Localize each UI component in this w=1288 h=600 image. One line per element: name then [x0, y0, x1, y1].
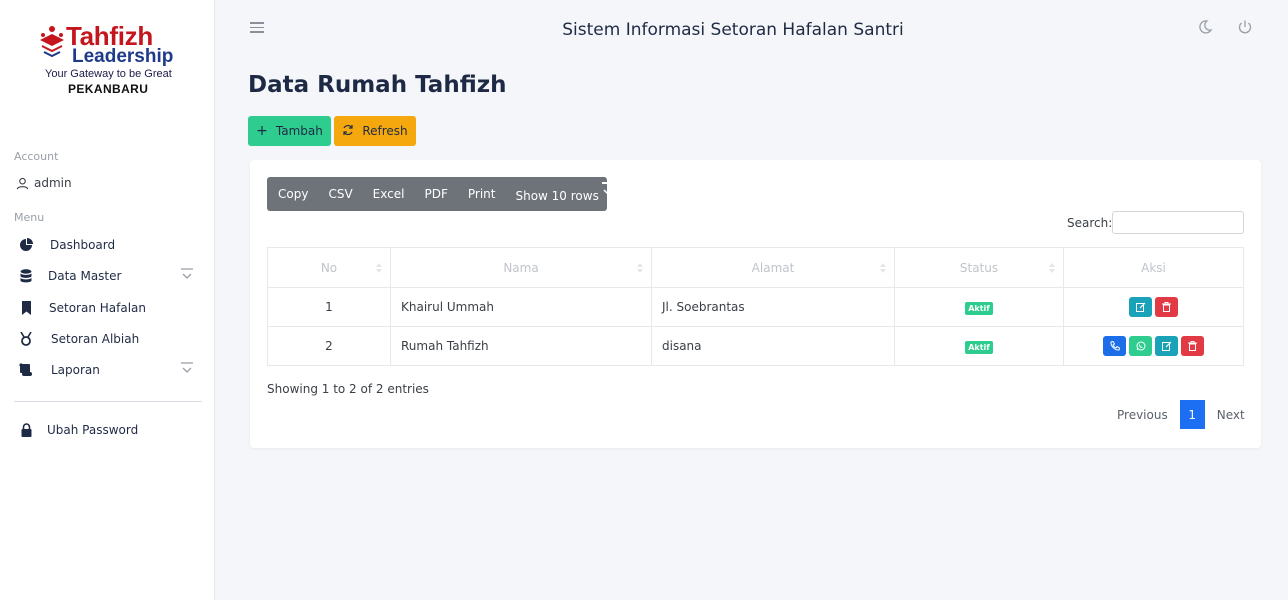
- edit-button[interactable]: [1155, 336, 1178, 356]
- data-table: No Nama Alamat Status Aksi 1 Khairul Umm…: [267, 247, 1244, 366]
- cell-no: 2: [267, 326, 391, 366]
- sidebar-item-ubah-password[interactable]: Ubah Password: [14, 419, 200, 441]
- column-header-status[interactable]: Status: [894, 247, 1064, 288]
- status-badge: Aktif: [965, 340, 993, 354]
- logout-power-icon[interactable]: [1236, 18, 1254, 36]
- sidebar-item-data-master[interactable]: Data Master: [14, 265, 200, 287]
- logo-emblem-icon: [40, 26, 64, 58]
- table-row: 2 Rumah Tahfizh disana Aktif: [267, 326, 1244, 366]
- copy-button[interactable]: Copy: [271, 187, 315, 201]
- refresh-button-label: Refresh: [362, 124, 408, 138]
- refresh-button[interactable]: Refresh: [334, 116, 416, 146]
- sidebar-item-label: Laporan: [51, 363, 100, 377]
- cell-actions: [1063, 287, 1244, 327]
- refresh-icon: [342, 124, 354, 139]
- delete-button[interactable]: [1181, 336, 1204, 356]
- sidebar-item-setoran-hafalan[interactable]: Setoran Hafalan: [14, 297, 200, 319]
- cell-actions: [1063, 326, 1244, 366]
- export-toolbar: Copy CSV Excel PDF Print Show 10 rows: [267, 177, 614, 211]
- print-button[interactable]: Print: [461, 187, 503, 201]
- edit-icon: [1135, 302, 1145, 312]
- sidebar: Tahfizh Leadership Your Gateway to be Gr…: [0, 0, 215, 600]
- table-row: 1 Khairul Ummah Jl. Soebrantas Aktif: [267, 287, 1244, 327]
- add-button-label: Tambah: [275, 124, 323, 138]
- chevron-down-icon: [601, 182, 614, 196]
- data-card: Copy CSV Excel PDF Print Show 10 rows Se…: [250, 160, 1261, 448]
- cell-alamat: Jl. Soebrantas: [651, 287, 895, 327]
- show-rows-dropdown[interactable]: Show 10 rows: [508, 182, 616, 203]
- scroll-icon: [18, 362, 34, 378]
- account-section-label: Account: [14, 150, 59, 163]
- cell-no: 1: [267, 287, 391, 327]
- menu-toggle-icon[interactable]: [250, 22, 264, 34]
- sidebar-divider: [14, 401, 202, 402]
- username-label: admin: [34, 176, 72, 190]
- sidebar-item-setoran-albiah[interactable]: Setoran Albiah: [14, 328, 200, 350]
- status-badge: Aktif: [965, 301, 993, 315]
- sort-icon: [637, 263, 643, 273]
- sidebar-item-laporan[interactable]: Laporan: [14, 359, 200, 381]
- whatsapp-button[interactable]: [1129, 336, 1152, 356]
- sidebar-item-label: Data Master: [48, 269, 122, 283]
- trash-icon: [1188, 341, 1197, 351]
- lock-icon: [18, 422, 34, 438]
- user-icon: [14, 175, 30, 191]
- sidebar-item-label: Setoran Hafalan: [49, 301, 147, 315]
- cell-nama: Khairul Ummah: [390, 287, 652, 327]
- trash-icon: [1162, 302, 1171, 312]
- show-rows-label: Show 10 rows: [515, 189, 599, 203]
- pdf-button[interactable]: PDF: [417, 187, 454, 201]
- page-title: Data Rumah Tahfizh: [248, 72, 507, 98]
- delete-button[interactable]: [1155, 297, 1178, 317]
- brand-city: PEKANBARU: [68, 82, 149, 96]
- chevron-down-icon[interactable]: [180, 267, 194, 281]
- column-header-aksi: Aksi: [1063, 247, 1244, 288]
- csv-button[interactable]: CSV: [321, 187, 359, 201]
- brand-subtitle: Leadership: [72, 46, 174, 67]
- page-button-1[interactable]: 1: [1179, 400, 1205, 429]
- table-info: Showing 1 to 2 of 2 entries: [267, 382, 429, 396]
- search-label: Search:: [1067, 216, 1113, 230]
- cell-alamat: disana: [651, 326, 895, 366]
- search-input[interactable]: [1112, 211, 1244, 234]
- column-header-alamat[interactable]: Alamat: [651, 247, 895, 288]
- column-header-no[interactable]: No: [267, 247, 391, 288]
- previous-page-button[interactable]: Previous: [1107, 408, 1178, 422]
- account-user[interactable]: admin: [14, 172, 200, 194]
- sort-icon: [1049, 263, 1055, 273]
- column-header-nama[interactable]: Nama: [390, 247, 652, 288]
- brand-logo[interactable]: Tahfizh Leadership Your Gateway to be Gr…: [36, 22, 186, 102]
- add-button[interactable]: + Tambah: [248, 116, 331, 146]
- sort-icon: [880, 263, 886, 273]
- pagination: Previous 1 Next: [1107, 400, 1255, 429]
- cell-status: Aktif: [894, 326, 1064, 366]
- table-header-row: No Nama Alamat Status Aksi: [267, 247, 1244, 288]
- whatsapp-icon: [1136, 341, 1145, 351]
- edit-icon: [1161, 341, 1171, 351]
- database-icon: [18, 268, 34, 284]
- sidebar-item-label: Ubah Password: [47, 423, 139, 437]
- edit-button[interactable]: [1129, 297, 1152, 317]
- cell-nama: Rumah Tahfizh: [390, 326, 652, 366]
- sort-icon: [376, 263, 382, 273]
- plus-icon: +: [256, 123, 268, 139]
- excel-button[interactable]: Excel: [366, 187, 412, 201]
- call-button[interactable]: [1103, 336, 1126, 356]
- next-page-button[interactable]: Next: [1207, 408, 1255, 422]
- sidebar-item-dashboard[interactable]: Dashboard: [14, 234, 200, 256]
- brand-tagline: Your Gateway to be Great: [45, 68, 172, 80]
- phone-icon: [1109, 341, 1120, 351]
- medal-icon: [18, 331, 34, 347]
- sidebar-item-label: Setoran Albiah: [51, 332, 140, 346]
- menu-section-label: Menu: [14, 211, 45, 224]
- cell-status: Aktif: [894, 287, 1064, 327]
- chevron-down-icon[interactable]: [180, 361, 194, 375]
- pie-chart-icon: [18, 237, 34, 253]
- bookmark-icon: [18, 300, 34, 316]
- app-title: Sistem Informasi Setoran Hafalan Santri: [562, 20, 904, 40]
- sidebar-item-label: Dashboard: [50, 238, 116, 252]
- dark-mode-moon-icon[interactable]: [1196, 18, 1214, 36]
